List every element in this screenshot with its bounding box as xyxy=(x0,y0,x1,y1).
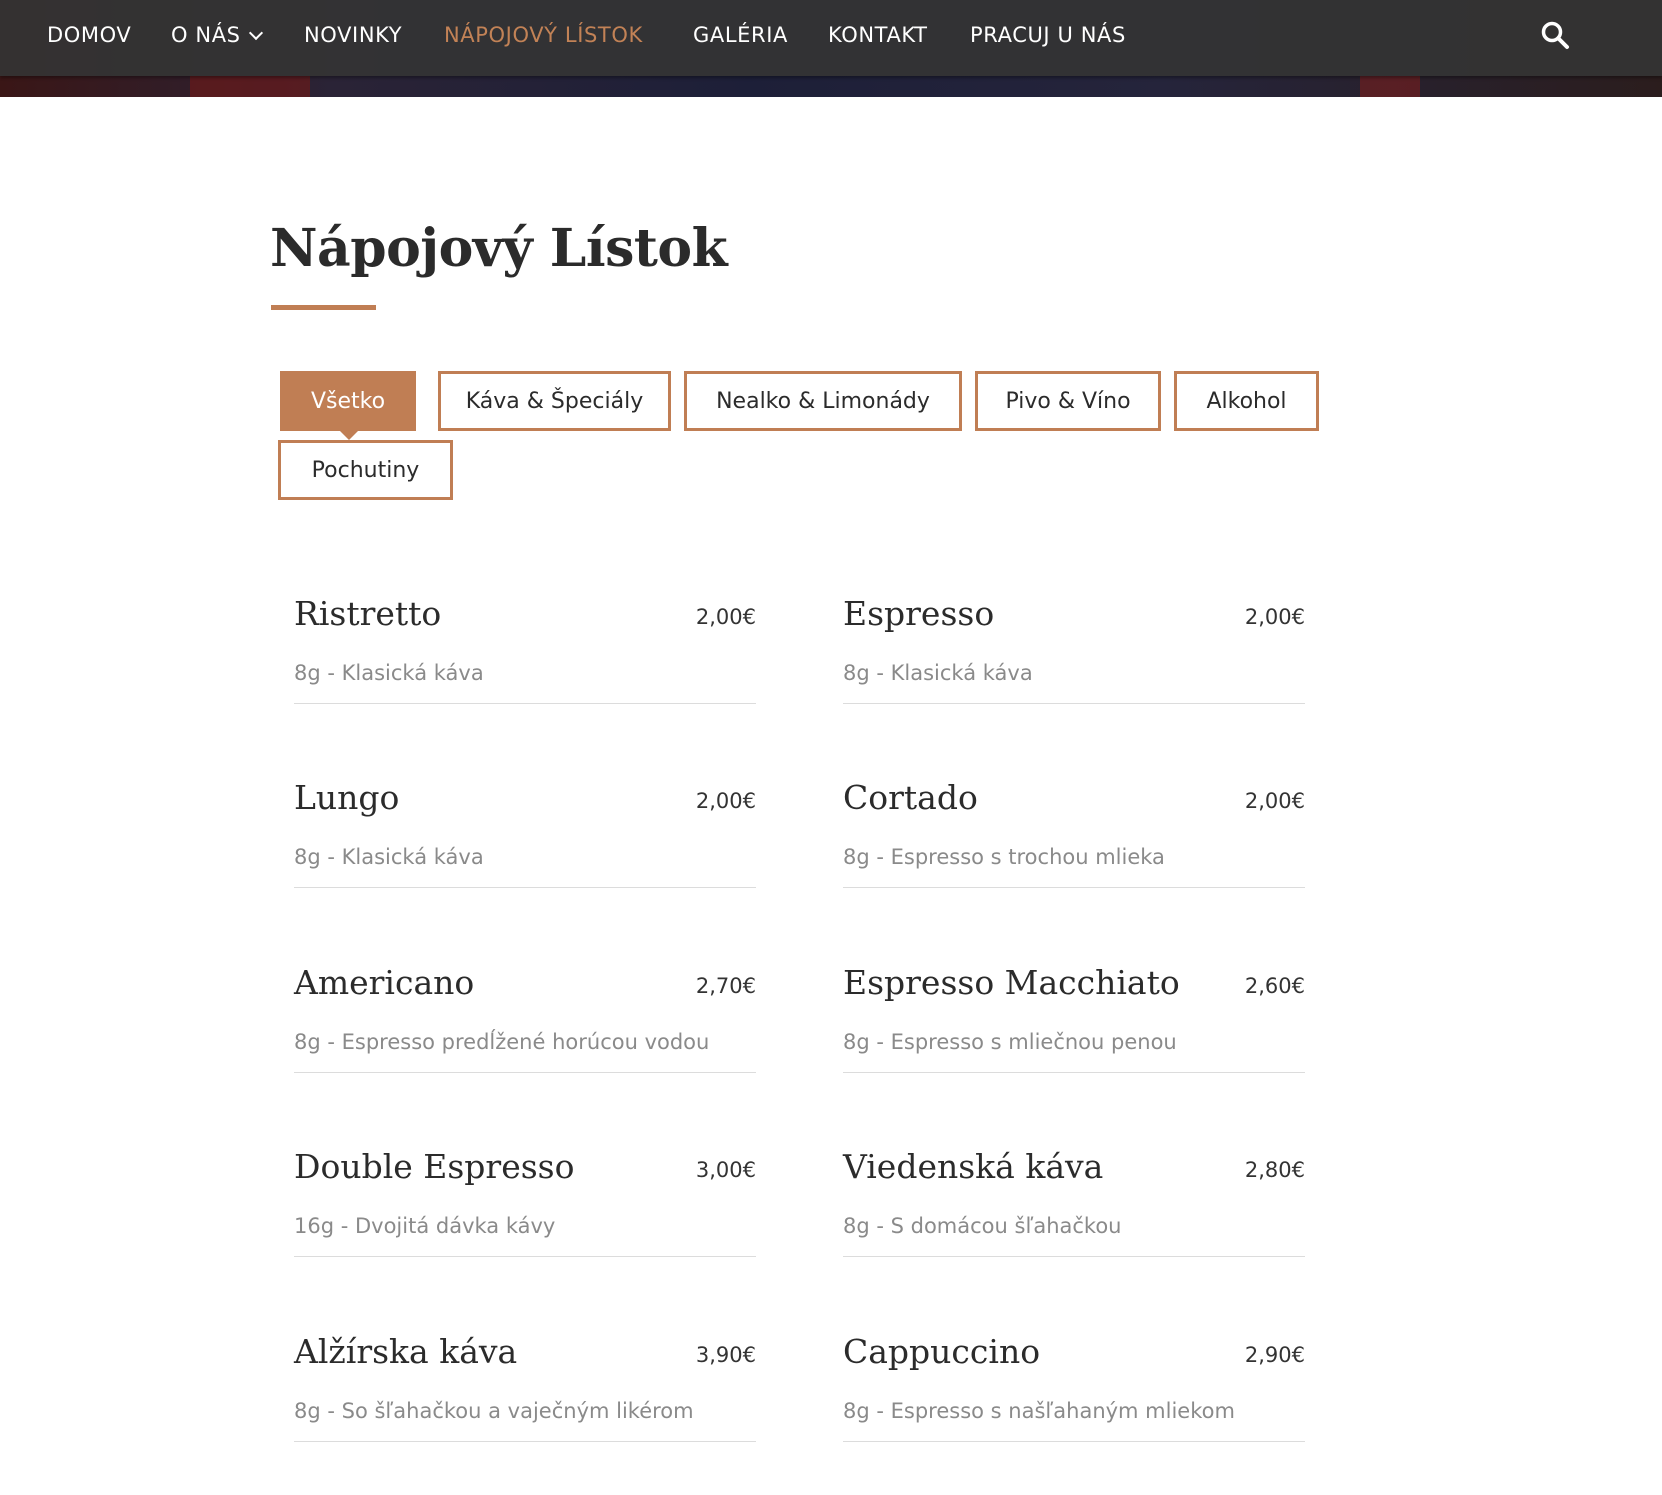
item-name: Viedenská káva xyxy=(843,1147,1104,1186)
item-name: Lungo xyxy=(294,778,400,817)
divider xyxy=(843,1072,1305,1073)
nav-item-label: O NÁS xyxy=(171,23,241,47)
item-name: Ristretto xyxy=(294,594,442,633)
hero-decoration xyxy=(190,76,310,97)
item-name: Americano xyxy=(294,963,475,1002)
title-underline xyxy=(271,305,376,310)
tab-vsetko[interactable]: Všetko xyxy=(280,371,416,431)
item-description: 8g - Espresso s trochou mlieka xyxy=(843,845,1165,869)
nav-item-label: GALÉRIA xyxy=(693,23,788,47)
nav-item-label: NOVINKY xyxy=(304,23,403,47)
item-description: 8g - Espresso s našľahaným mliekom xyxy=(843,1399,1235,1423)
tab-label: Pochutiny xyxy=(311,457,420,483)
menu-item: Alžírska káva 3,90€ 8g - So šľahačkou a … xyxy=(294,1310,756,1495)
nav-item-kontakt[interactable]: KONTAKT xyxy=(828,20,928,50)
item-name: Alžírska káva xyxy=(294,1332,518,1371)
nav-item-domov[interactable]: DOMOV xyxy=(47,20,131,50)
chevron-down-icon xyxy=(248,25,263,41)
divider xyxy=(843,703,1305,704)
item-description: 8g - Espresso s mliečnou penou xyxy=(843,1030,1177,1054)
divider xyxy=(294,1256,756,1257)
item-name: Espresso xyxy=(843,594,995,633)
main-navigation: DOMOV O NÁS NOVINKY NÁPOJOVÝ LÍSTOK GALÉ… xyxy=(0,0,1662,76)
item-description: 16g - Dvojitá dávka kávy xyxy=(294,1214,556,1238)
item-price: 2,70€ xyxy=(695,974,756,998)
item-description: 8g - Klasická káva xyxy=(843,661,1033,685)
search-button[interactable] xyxy=(1540,20,1570,50)
item-description: 8g - Espresso predĺžené horúcou vodou xyxy=(294,1030,710,1054)
divider xyxy=(843,1441,1305,1442)
item-description: 8g - Klasická káva xyxy=(294,661,484,685)
tab-label: Káva & Špeciály xyxy=(465,388,644,414)
nav-item-o-nas[interactable]: O NÁS xyxy=(171,20,263,50)
hero-decoration xyxy=(1360,76,1420,97)
item-price: 2,00€ xyxy=(1244,605,1305,629)
divider xyxy=(294,1441,756,1442)
item-price: 3,00€ xyxy=(695,1158,756,1182)
tab-label: Alkohol xyxy=(1206,388,1287,414)
menu-item: Lungo 2,00€ 8g - Klasická káva xyxy=(294,756,756,941)
menu-item: Cappuccino 2,90€ 8g - Espresso s našľaha… xyxy=(843,1310,1305,1495)
item-price: 2,90€ xyxy=(1244,1343,1305,1367)
tab-nealko-limonady[interactable]: Nealko & Limonády xyxy=(684,371,962,431)
item-price: 2,00€ xyxy=(695,605,756,629)
item-name: Cappuccino xyxy=(843,1332,1041,1371)
nav-item-pracuj-u-nas[interactable]: PRACUJ U NÁS xyxy=(970,20,1126,50)
item-price: 2,60€ xyxy=(1244,974,1305,998)
tab-kava-specialy[interactable]: Káva & Špeciály xyxy=(438,371,671,431)
item-name: Cortado xyxy=(843,778,978,817)
divider xyxy=(843,1256,1305,1257)
tab-label: Nealko & Limonády xyxy=(716,388,930,414)
divider xyxy=(294,1072,756,1073)
nav-item-novinky[interactable]: NOVINKY xyxy=(304,20,402,50)
tab-pivo-vino[interactable]: Pivo & Víno xyxy=(975,371,1161,431)
tab-label: Všetko xyxy=(310,388,386,414)
tab-pochutiny[interactable]: Pochutiny xyxy=(278,440,453,500)
divider xyxy=(294,887,756,888)
active-tab-pointer xyxy=(339,430,359,440)
tab-alkohol[interactable]: Alkohol xyxy=(1174,371,1319,431)
nav-item-label: NÁPOJOVÝ LÍSTOK xyxy=(444,23,643,47)
menu-item: Cortado 2,00€ 8g - Espresso s trochou ml… xyxy=(843,756,1305,941)
item-name: Espresso Macchiato xyxy=(843,963,1180,1002)
menu-item: Double Espresso 3,00€ 16g - Dvojitá dávk… xyxy=(294,1125,756,1310)
item-price: 2,80€ xyxy=(1244,1158,1305,1182)
menu-item: Ristretto 2,00€ 8g - Klasická káva xyxy=(294,572,756,757)
page-title: Nápojový Lístok xyxy=(270,218,728,279)
divider xyxy=(843,887,1305,888)
menu-item: Americano 2,70€ 8g - Espresso predĺžené … xyxy=(294,941,756,1126)
item-price: 3,90€ xyxy=(695,1343,756,1367)
divider xyxy=(294,703,756,704)
nav-item-label: KONTAKT xyxy=(828,23,928,47)
item-price: 2,00€ xyxy=(695,789,756,813)
menu-item: Espresso 2,00€ 8g - Klasická káva xyxy=(843,572,1305,757)
nav-item-galeria[interactable]: GALÉRIA xyxy=(693,20,788,50)
item-description: 8g - S domácou šľahačkou xyxy=(843,1214,1122,1238)
menu-item: Espresso Macchiato 2,60€ 8g - Espresso s… xyxy=(843,941,1305,1126)
nav-item-label: PRACUJ U NÁS xyxy=(970,23,1126,47)
tab-label: Pivo & Víno xyxy=(1005,388,1131,414)
item-price: 2,00€ xyxy=(1244,789,1305,813)
item-name: Double Espresso xyxy=(294,1147,575,1186)
item-description: 8g - Klasická káva xyxy=(294,845,484,869)
item-description: 8g - So šľahačkou a vaječným likérom xyxy=(294,1399,694,1423)
menu-item: Viedenská káva 2,80€ 8g - S domácou šľah… xyxy=(843,1125,1305,1310)
search-icon xyxy=(1541,21,1569,49)
nav-item-label: DOMOV xyxy=(47,23,132,47)
nav-item-napojovy-listok[interactable]: NÁPOJOVÝ LÍSTOK xyxy=(444,20,643,50)
